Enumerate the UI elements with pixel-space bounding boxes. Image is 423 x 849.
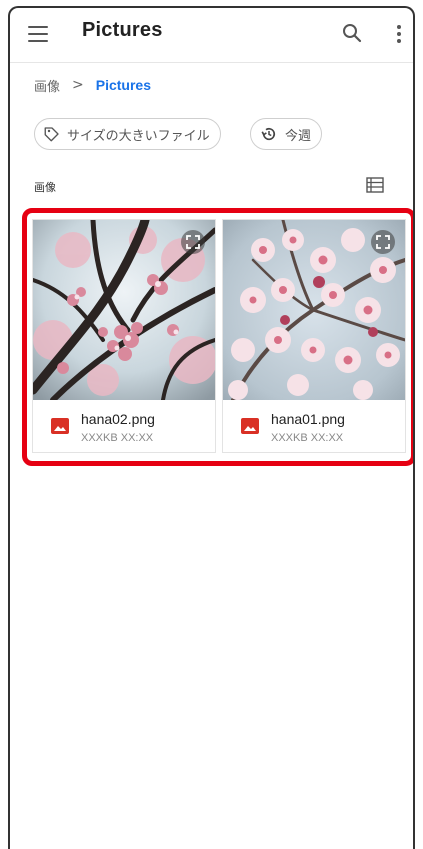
chip-this-week[interactable]: 今週 [250,118,323,150]
list-view-icon[interactable] [366,177,384,193]
breadcrumb-root[interactable]: 画像 [34,76,60,95]
breadcrumb: 画像 > Pictures [34,74,151,96]
phone-frame: Pictures 画像 > Pictures サイズの大きいファイル 今週 画像… [8,6,415,849]
history-icon [261,127,276,141]
app-bar: Pictures [10,8,413,63]
file-meta: XXXKB XX:XX [271,432,344,444]
expand-icon[interactable] [371,230,395,254]
page-title: Pictures [82,19,163,41]
chip-label: サイズの大きいファイル [67,128,210,144]
image-file-icon [51,418,69,434]
file-meta: XXXKB XX:XX [81,432,154,444]
tag-icon [44,127,59,142]
file-card[interactable]: hana02.png XXXKB XX:XX [33,220,215,452]
search-icon[interactable] [340,21,364,45]
appbar-divider [10,62,413,63]
thumbnail-image [33,220,215,400]
more-vert-icon[interactable] [394,22,404,46]
breadcrumb-separator: > [72,77,84,93]
breadcrumb-current[interactable]: Pictures [96,77,151,93]
file-name: hana02.png [81,411,155,427]
chip-large-files[interactable]: サイズの大きいファイル [34,118,221,150]
file-card[interactable]: hana01.png XXXKB XX:XX [223,220,405,452]
chip-label: 今週 [285,128,312,144]
menu-icon[interactable] [28,26,48,42]
thumbnail-image [223,220,405,400]
file-name: hana01.png [271,411,345,427]
expand-icon[interactable] [181,230,205,254]
section-label: 画像 [34,181,56,194]
image-file-icon [241,418,259,434]
